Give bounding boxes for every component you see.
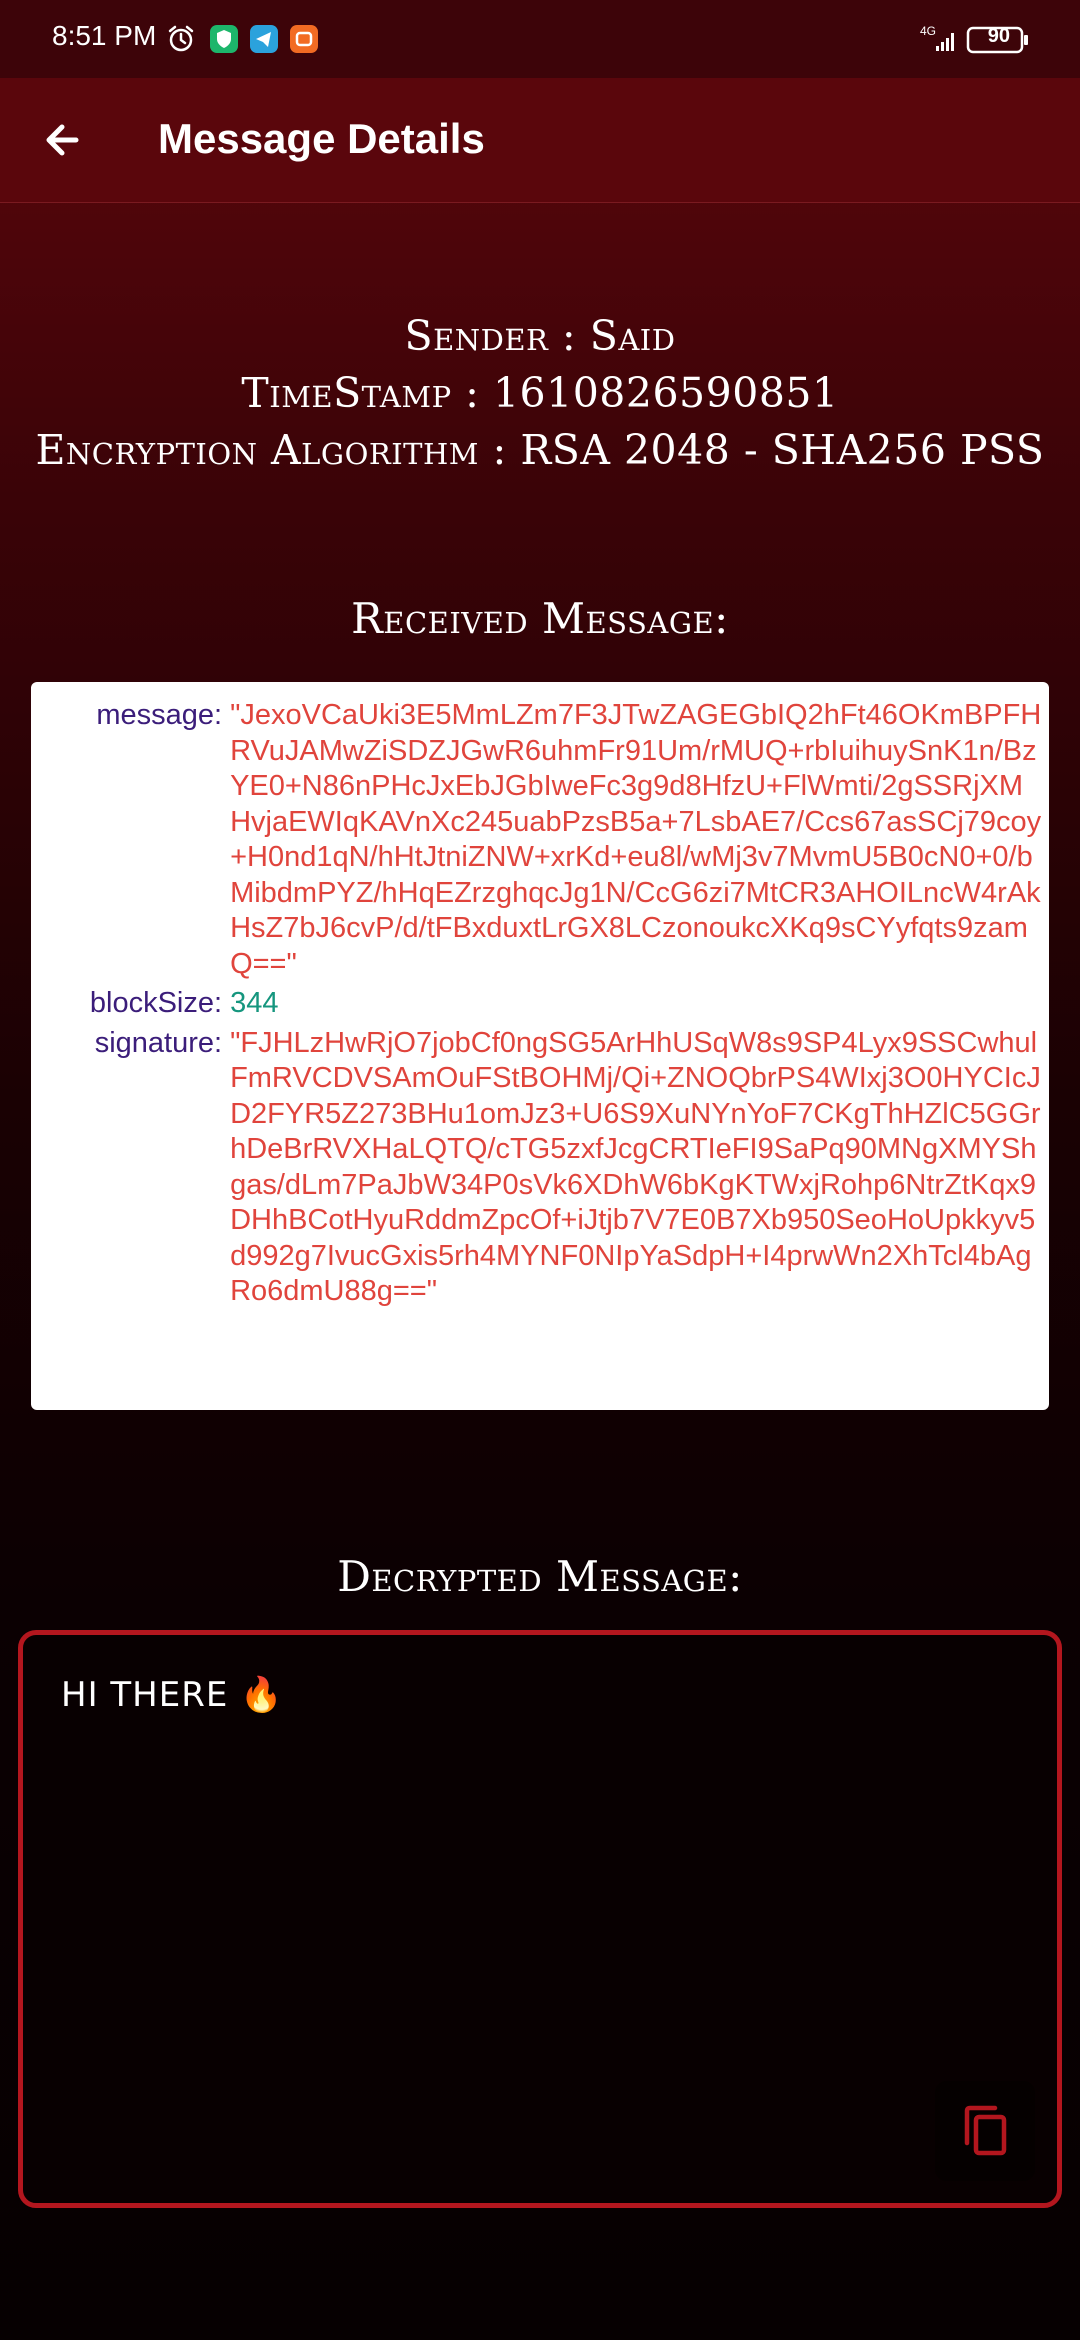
status-bar: 8:51 PM 4G 90 — [0, 0, 1080, 78]
status-right: 4G — [920, 22, 1032, 56]
app-bar: Message Details — [0, 78, 1080, 203]
shield-app-icon — [209, 24, 239, 54]
blocksize-row: blockSize : 344 — [31, 986, 1049, 1022]
message-row: message : "JexoVCaUki3E5MmLZm7F3JTwZAGEG… — [31, 698, 1049, 982]
blocksize-key: blockSize — [89, 987, 214, 1019]
app-notification-icon — [289, 24, 319, 54]
signature-value: "FJHLzHwRjO7jobCf0ngSG5ArHhUSqW8s9SP4Lyx… — [230, 1026, 1041, 1308]
signal-battery-icon: 4G — [920, 24, 1028, 54]
decrypted-text: HI THERE 🔥 — [61, 1675, 284, 1715]
message-key: message — [96, 699, 214, 731]
received-message-card[interactable]: message : "JexoVCaUki3E5MmLZm7F3JTwZAGEG… — [31, 682, 1049, 1410]
separator: : — [214, 699, 223, 731]
algorithm-line: Encryption Algorithm : RSA 2048 - SHA256… — [35, 426, 1045, 474]
separator: : — [214, 987, 223, 1019]
signature-key: signature — [94, 1026, 214, 1059]
page-title: Message Details — [158, 115, 485, 162]
alarm-icon — [166, 24, 196, 54]
decrypted-heading: Decrypted Message: — [337, 1552, 743, 1601]
message-info: Sender : Said TimeStamp : 1610826590851 … — [0, 308, 1080, 479]
network-label: 4G — [920, 24, 936, 38]
decrypted-message-box[interactable]: HI THERE 🔥 — [18, 1630, 1062, 2208]
battery-level: 90 — [987, 25, 1010, 47]
copy-icon — [964, 2105, 1007, 2156]
arrow-left-icon — [46, 124, 79, 156]
status-time: 8:51 PM — [52, 20, 157, 51]
back-button[interactable] — [30, 108, 94, 172]
sender-line: Sender : Said — [404, 312, 676, 360]
signature-row: signature : "FJHLzHwRjO7jobCf0ngSG5ArHhU… — [31, 1026, 1049, 1310]
timestamp-line: TimeStamp : 1610826590851 — [241, 369, 839, 417]
copy-button[interactable] — [935, 2081, 1035, 2181]
received-heading: Received Message: — [351, 594, 729, 643]
telegram-icon — [249, 24, 279, 54]
blocksize-value: 344 — [230, 987, 279, 1019]
separator: : — [214, 1026, 223, 1059]
message-value: "JexoVCaUki3E5MmLZm7F3JTwZAGEGbIQ2hFt46O… — [230, 699, 1042, 980]
